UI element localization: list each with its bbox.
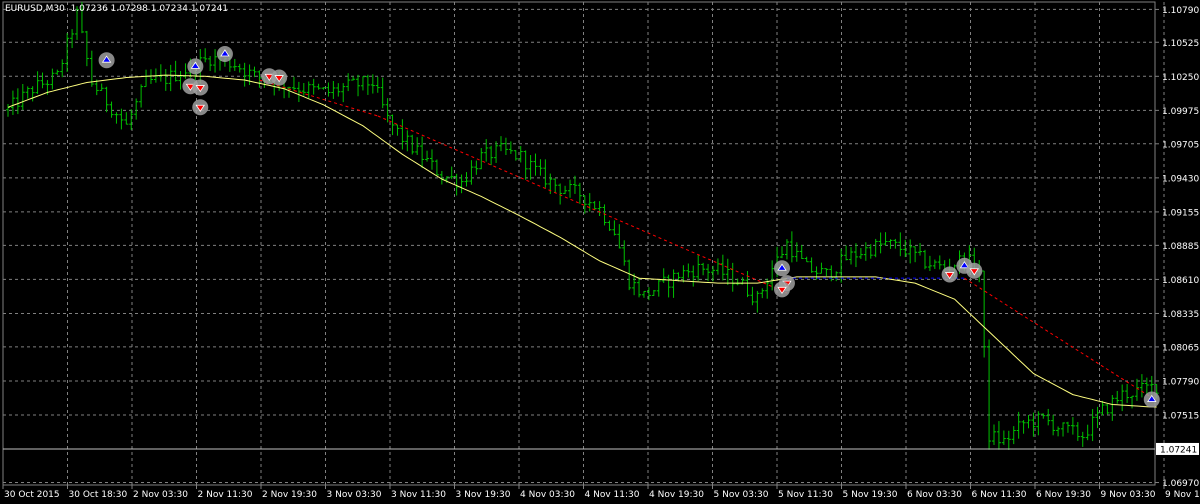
price-axis-label: 1.08065 — [1162, 343, 1199, 353]
price-axis-label: 1.08335 — [1162, 310, 1199, 320]
price-axis-label: 1.07790 — [1162, 377, 1199, 387]
price-axis-label: 1.10525 — [1162, 39, 1199, 49]
price-chart[interactable]: 1.10790 1.10525 1.10250 1.09975 1.09705 1.094… — [0, 0, 1200, 500]
time-axis-label: 3 Nov 11:30 — [391, 490, 446, 500]
time-axis-label: 2 Nov 19:30 — [262, 490, 317, 500]
sell-trade-line — [964, 277, 1157, 402]
sell-trade-line — [377, 115, 788, 294]
price-axis-label: 1.08610 — [1162, 276, 1199, 286]
price-axis-label: 1.06970 — [1162, 479, 1199, 489]
time-axis-label: 2 Nov 11:30 — [198, 490, 253, 500]
chart-area[interactable]: 1.10790 1.10525 1.10250 1.09975 1.09705 1.094… — [0, 0, 1200, 500]
time-axis-label: 6 Nov 03:30 — [907, 490, 962, 500]
price-axis-label: 1.09430 — [1162, 174, 1199, 184]
time-axis-label: 9 Nov 11:3 — [1165, 490, 1200, 500]
time-axis-label: 5 Nov 03:30 — [714, 490, 769, 500]
time-axis-label: 30 Oct 2015 — [4, 490, 60, 500]
symbol-label: EURUSD,M30 — [5, 4, 65, 14]
price-axis-label: 1.10250 — [1162, 73, 1199, 83]
price-axis-label: 1.09155 — [1162, 208, 1199, 218]
time-axis-label: 5 Nov 19:30 — [843, 490, 898, 500]
time-axis-label: 3 Nov 03:30 — [327, 490, 382, 500]
current-price-label: 1.07241 — [1160, 445, 1197, 455]
time-axis-label: 2 Nov 03:30 — [133, 490, 188, 500]
time-axis-label: 6 Nov 19:30 — [1036, 490, 1091, 500]
time-axis-label: 5 Nov 11:30 — [778, 490, 833, 500]
price-axis-label: 1.09705 — [1162, 140, 1199, 150]
time-axis-label: 4 Nov 11:30 — [585, 490, 640, 500]
price-axis-label: 1.07515 — [1162, 412, 1199, 422]
time-axis-label: 9 Nov 03:30 — [1101, 490, 1156, 500]
time-axis-label: 4 Nov 19:30 — [649, 490, 704, 500]
price-axis-label: 1.08885 — [1162, 242, 1199, 252]
time-axis-label: 6 Nov 11:30 — [972, 490, 1027, 500]
time-axis-label: 30 Oct 18:30 — [69, 490, 128, 500]
time-axis-label: 4 Nov 03:30 — [520, 490, 575, 500]
price-axis-label: 1.10790 — [1162, 6, 1199, 16]
chart-header: EURUSD,M30 1.07236 1.07298 1.07234 1.072… — [5, 4, 228, 14]
time-axis-label: 3 Nov 19:30 — [456, 490, 511, 500]
price-axis-label: 1.09975 — [1162, 107, 1199, 117]
ohlc-label: 1.07236 1.07298 1.07234 1.07241 — [70, 4, 229, 14]
